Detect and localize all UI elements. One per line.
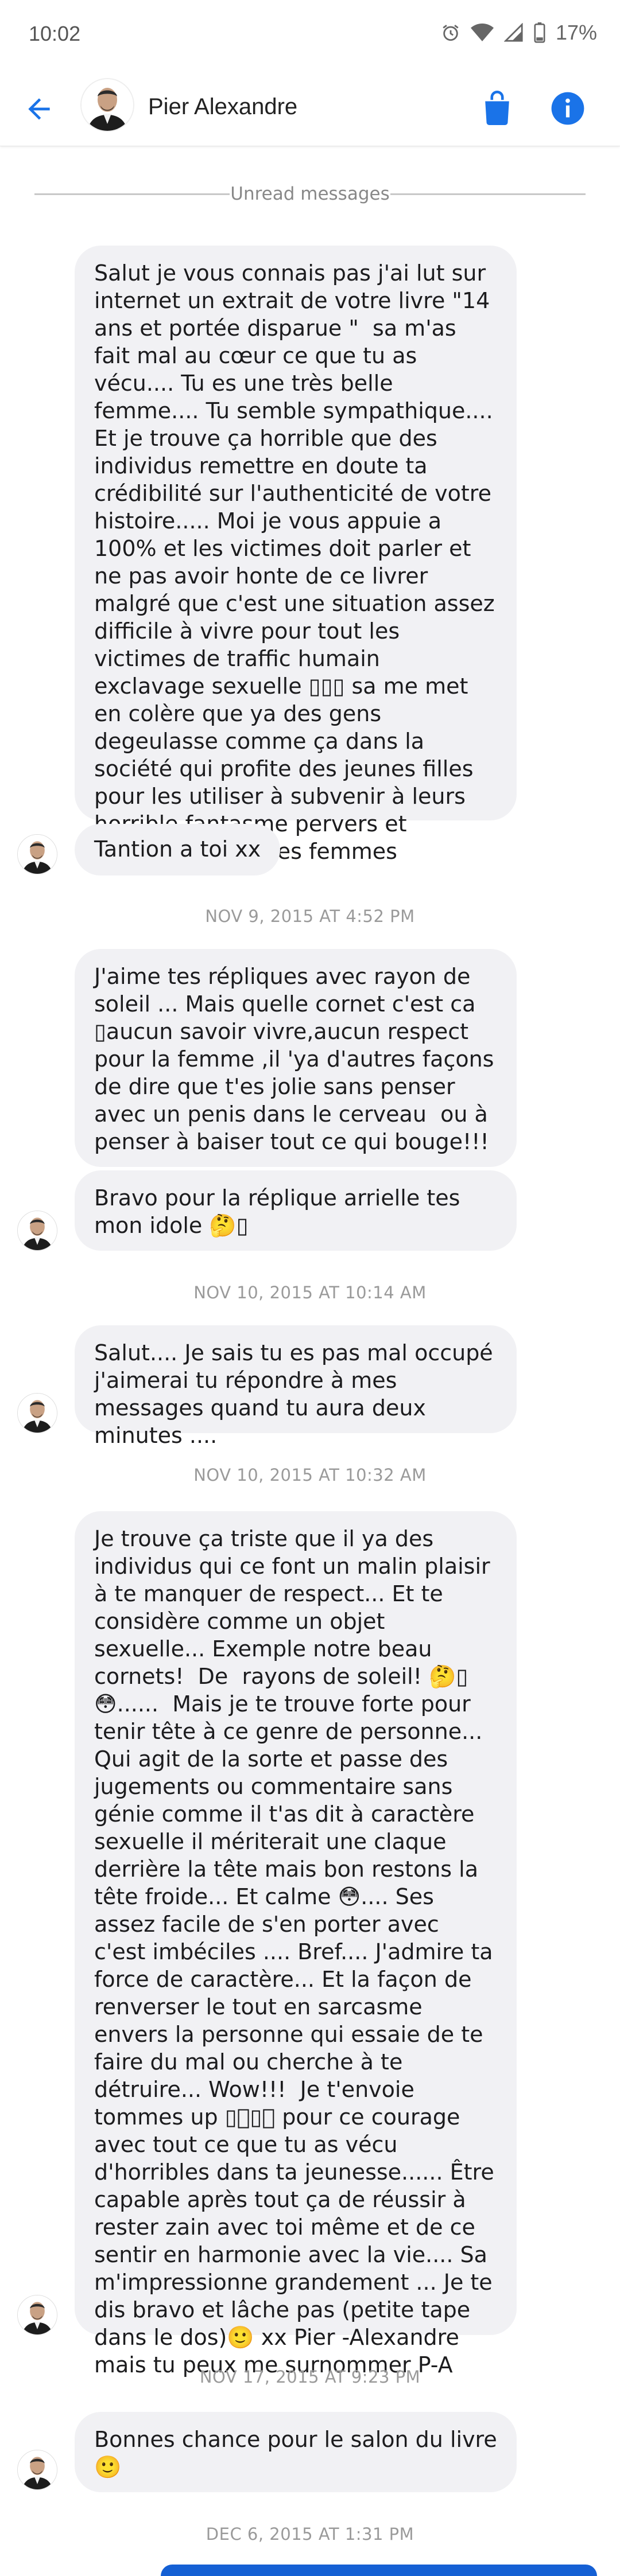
info-button[interactable]: [550, 91, 586, 126]
contact-name[interactable]: Pier Alexandre: [148, 94, 297, 120]
alarm-icon: [441, 23, 460, 42]
message-timestamp: NOV 9, 2015 AT 4:52 PM: [205, 906, 415, 926]
info-icon: [551, 92, 584, 125]
signal-icon: [503, 23, 524, 42]
message-timestamp: NOV 10, 2015 AT 10:32 AM: [193, 1465, 427, 1485]
unread-divider: Unread messages: [34, 182, 586, 205]
avatar[interactable]: [17, 2450, 57, 2490]
back-arrow-icon: [28, 98, 50, 120]
wifi-icon: [470, 23, 494, 42]
message-timestamp: NOV 10, 2015 AT 10:14 AM: [193, 1283, 427, 1302]
message-bubble[interactable]: Bravo pour la réplique arrielle tes mon …: [75, 1170, 517, 1251]
divider-line: [390, 193, 586, 195]
message-bubble[interactable]: Tantion a toi xx: [75, 824, 281, 875]
back-button[interactable]: [23, 93, 55, 125]
bag-icon: [485, 91, 509, 125]
status-bar: 10:02 17%: [0, 0, 620, 71]
message-bubble[interactable]: Salut.... Je sais tu es pas mal occupé j…: [75, 1325, 517, 1448]
message-bubble[interactable]: J'aime tes répliques avec rayon de solei…: [75, 949, 517, 1167]
battery-percent: 17%: [555, 21, 597, 44]
battery-icon: [534, 22, 545, 43]
message-bubble[interactable]: Je trouve ça triste que il ya des indivi…: [75, 1511, 517, 2377]
message-timestamp: DEC 6, 2015 AT 1:31 PM: [206, 2524, 414, 2544]
avatar[interactable]: [17, 1393, 57, 1433]
status-icons: 17%: [441, 21, 597, 45]
bag-button[interactable]: [481, 91, 513, 125]
avatar[interactable]: [17, 1211, 57, 1251]
avatar[interactable]: [17, 834, 57, 874]
avatar[interactable]: [17, 2295, 57, 2335]
message-bubble[interactable]: Salut je vous connais pas j'ai lut sur i…: [75, 246, 517, 864]
outgoing-bubble-edge[interactable]: [161, 2565, 597, 2576]
message-bubble[interactable]: Bonnes chance pour le salon du livre 🙂: [75, 2412, 517, 2492]
message-timestamp: NOV 17, 2015 AT 9:23 PM: [199, 2367, 421, 2387]
conversation-header: Pier Alexandre: [0, 71, 620, 146]
avatar[interactable]: [80, 78, 134, 132]
status-time: 10:02: [29, 22, 81, 45]
